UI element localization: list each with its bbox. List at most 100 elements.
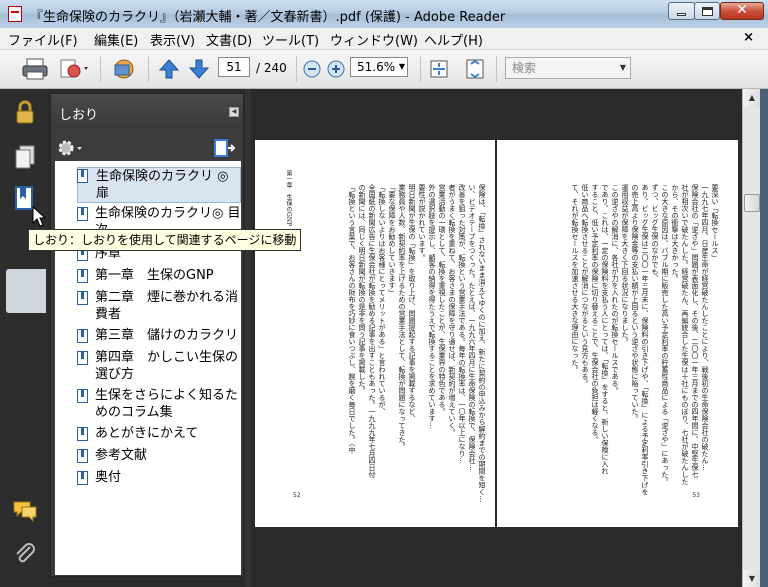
text-column: の売上高より保険金等の支払い額が上回るという逆ざや状態に陥っていた。 xyxy=(631,184,639,422)
bookmarks-list: 生命保険のカラクリ ◎ 扉 生命保険のカラクリ◎ 目次 序章 第一章 生保のGN… xyxy=(55,161,241,575)
text-column: 保険は、「転換」されないまま消えてゆくのに加え、新たに契約の申込みから解約までの… xyxy=(478,184,486,503)
bookmark-icon xyxy=(77,207,88,221)
vertical-scrollbar[interactable]: ▲ ▼ xyxy=(742,89,761,587)
text-column: すること、低い予定利率の保険に切り替えることで、生保会社の負担は軽くなる。 xyxy=(591,184,599,443)
text-column: 明日新聞が生保の「転換」を取り上げ、問題提起する記事を掲載するなど、 xyxy=(408,184,416,422)
text-column: この逆ざやの解消に、各社が力を入れたのが転換セールスである。 xyxy=(611,184,619,394)
text-column: 要深い「転換セールス」 xyxy=(711,184,719,261)
menu-view[interactable]: 表示(V) xyxy=(150,30,195,49)
text-column: 営業活動の一環として、転換を重視したことが、生保業界の特色である。 xyxy=(438,184,446,415)
zoom-level-value: 51.6% xyxy=(357,60,396,74)
bookmarks-panel: しおり ◀ 生命保険のカラクリ ◎ 扉 生命保険のカラクリ◎ 目次 序章 第一章… xyxy=(50,93,244,577)
text-column: 改善を狙った対策が、転換という営業手法である。毎年の転換率は、一〇年以上になり… xyxy=(458,184,466,464)
menu-edit[interactable]: 編集(E) xyxy=(94,30,138,49)
minimize-button[interactable] xyxy=(668,2,695,20)
bookmark-icon xyxy=(77,427,88,441)
create-pdf-icon[interactable] xyxy=(58,58,92,80)
window-title: 『生命保険のカラクリ』（岩瀬大輔・著／文春新書）.pdf (保護) - Adob… xyxy=(30,10,506,25)
next-page-icon[interactable] xyxy=(188,58,210,80)
toolbar-separator xyxy=(100,56,101,82)
page-number-input[interactable]: 51 xyxy=(218,57,250,77)
text-column: 一九九七年四月、日産生命が経営破たんしたことにより、戦後初の生命保険会社の破たん… xyxy=(701,184,709,471)
bookmarks-panel-header: しおり ◀ xyxy=(51,94,243,128)
mouse-cursor-icon xyxy=(32,206,46,227)
bookmark-icon xyxy=(77,291,88,305)
menu-tools[interactable]: ツール(T) xyxy=(262,30,319,49)
scroll-down-button[interactable]: ▼ xyxy=(743,570,761,587)
chevron-down-icon: ▼ xyxy=(398,62,405,71)
text-column: 保険会社の「逆ざや」問題が表面化し、その後、二〇〇一年三月までの四年間に、中堅生… xyxy=(691,184,699,478)
bookmark-item[interactable]: 参考文献 xyxy=(77,447,241,464)
bookmark-icon xyxy=(77,169,88,183)
bookmark-item[interactable]: 奥付 xyxy=(77,469,241,486)
toolbar-separator xyxy=(296,56,297,82)
organizer-icon[interactable] xyxy=(110,58,138,80)
document-page-left: 保険は、「転換」されないまま消えてゆくのに加え、新たに契約の申込みから解約までの… xyxy=(255,140,495,527)
expand-bookmark-icon[interactable] xyxy=(213,138,237,158)
bookmark-item[interactable]: あとがきにかえて xyxy=(77,425,241,442)
menu-window[interactable]: ウィンドウ(W) xyxy=(330,30,418,49)
navigation-pane xyxy=(0,89,48,587)
bookmarks-panel-title: しおり xyxy=(59,108,99,123)
menu-help[interactable]: ヘルプ(H) xyxy=(424,30,483,49)
menu-document[interactable]: 文書(D) xyxy=(206,30,252,49)
bookmark-item[interactable]: 第一章 生保のGNP xyxy=(77,267,241,284)
bookmark-item[interactable]: 生命保険のカラクリ ◎ 扉 xyxy=(77,167,241,203)
running-head: 第一章 生保のGNP xyxy=(285,170,292,227)
comments-icon[interactable] xyxy=(12,499,38,525)
bookmarks-tab[interactable] xyxy=(6,269,46,313)
options-gear-icon[interactable] xyxy=(57,138,85,158)
text-column: であり、これは、一定の保険料を支払う人にとっては、「転換」をすると、新しい保険に… xyxy=(601,184,609,475)
text-column: 要性が説かれています。 xyxy=(418,184,426,261)
document-page-right: 要深い「転換セールス」 一九九七年四月、日産生命が経営破たんしたことにより、戦後初… xyxy=(497,140,738,527)
lock-icon[interactable] xyxy=(12,99,38,125)
bookmarks-tooltip: しおり：しおりを使用して関連するページに移動 xyxy=(28,229,302,251)
previous-page-icon[interactable] xyxy=(158,58,180,80)
menu-bar: ファイル(F) 編集(E) 表示(V) 文書(D) ツール(T) ウィンドウ(W… xyxy=(0,28,768,50)
search-input[interactable]: 検索 ▼ xyxy=(505,57,631,79)
page-number: 53 xyxy=(692,492,700,499)
title-bar: 『生命保険のカラクリ』（岩瀬大輔・著／文春新書）.pdf (保護) - Adob… xyxy=(0,0,768,28)
maximize-button[interactable] xyxy=(694,2,720,20)
toolbar-separator xyxy=(420,56,421,82)
bookmark-icon xyxy=(77,269,88,283)
menu-file[interactable]: ファイル(F) xyxy=(8,30,78,49)
scroll-up-button[interactable]: ▲ xyxy=(743,89,761,106)
page-text: 要深い「転換セールス」 一九九七年四月、日産生命が経営破たんしたことにより、戦後初… xyxy=(498,184,720,514)
app-window: 『生命保険のカラクリ』（岩瀬大輔・著／文春新書）.pdf (保護) - Adob… xyxy=(0,0,768,587)
fit-page-icon[interactable] xyxy=(464,58,486,80)
bookmark-icon xyxy=(77,351,88,365)
text-column: 外の選択肢を提示し、顧客の納得を得たうえで転換することを求めています… xyxy=(428,184,436,429)
bookmark-item[interactable]: 第二章 煙に巻かれる消費者 xyxy=(77,289,241,323)
pages-icon[interactable] xyxy=(12,144,38,170)
text-column: の新聞には、同じく明日新聞が転換の是非を問う記事を掲載した。 xyxy=(358,184,366,394)
adobe-reader-icon xyxy=(8,6,22,22)
text-column: 運用収益が保障を大きく下回る状況になりました。 xyxy=(621,184,629,345)
text-column: 「要な保障をお勧めしていきます」 xyxy=(388,184,396,296)
zoom-level-select[interactable]: 51.6% ▼ xyxy=(350,57,408,77)
attachment-icon[interactable] xyxy=(12,541,38,567)
bookmark-icon xyxy=(77,449,88,463)
text-column: 「転換という言葉で、お客さんの財布を巧妙に食いつぶし、腕を磨く毎日でした。（中 xyxy=(348,184,356,454)
collapse-panel-button[interactable]: ◀ xyxy=(229,107,239,117)
text-column: この大きな原因は、バブル期に販売した高い予定利率の貯蓄性商品による「逆ざや」にあ… xyxy=(661,184,669,485)
window-border xyxy=(760,89,768,587)
text-column: あり、ビッグ生保は二〇〇一年三月末に、保険料の引き下げや、「転換」による予定利率… xyxy=(641,184,649,496)
close-window-button[interactable]: ✕ xyxy=(720,2,764,20)
zoom-out-icon[interactable] xyxy=(302,58,322,80)
text-column: 社が相次いで破たんした。経営破たん、再編統合した生保は十社にものぼり、七社が破た… xyxy=(681,184,689,485)
print-icon[interactable] xyxy=(22,58,48,80)
text-column: 業務員や人数、新契約率を上げるための営業手法として、転換が問題になってきた。 xyxy=(398,184,406,450)
bookmark-item[interactable]: 生保をさらによく知るためのコラム集 xyxy=(77,387,241,421)
scroll-thumb[interactable] xyxy=(744,194,760,212)
bookmark-item[interactable]: 第四章 かしこい生保の選び方 xyxy=(77,349,241,383)
text-column: 全国紙の新聞広告に生保会社が転換を勧める記事を出すこともあった。一九九九年七月四… xyxy=(368,184,376,478)
close-document-button[interactable]: × xyxy=(743,30,754,45)
text-column: ずつ、ビッグ生保のなかでも、 xyxy=(651,184,659,282)
chevron-down-icon: ▼ xyxy=(619,63,626,72)
text-column: 者がうまく転換を重ねて、お客さまの保障を守り通せば、新契約が増えていく。 xyxy=(448,184,456,436)
scrolling-mode-icon[interactable] xyxy=(428,58,450,80)
zoom-in-icon[interactable] xyxy=(326,58,346,80)
bookmark-item[interactable]: 第三章 儲けのカラクリ xyxy=(77,327,241,344)
text-column: い、ビデオテープをつくった。たとえば、一九九六年四月に生命保険の転換で、保険会社… xyxy=(468,184,476,471)
